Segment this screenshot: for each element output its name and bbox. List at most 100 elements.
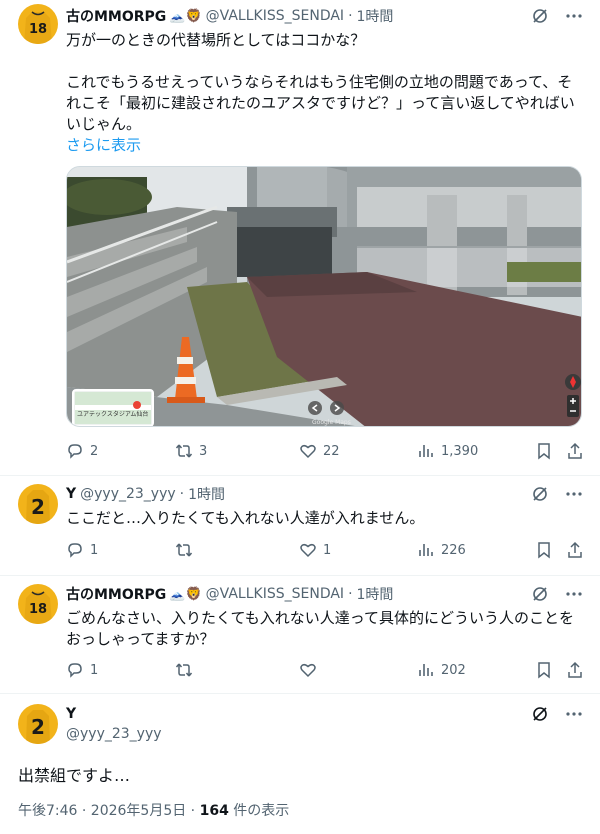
tweet-time[interactable]: 1時間	[357, 584, 394, 604]
share-button[interactable]	[566, 661, 584, 679]
share-icon	[568, 541, 582, 558]
share-button[interactable]	[566, 541, 584, 559]
tweet-top-icons	[530, 704, 584, 724]
share-icon	[568, 661, 582, 678]
tweet-1: 18 古のMMORPG 🗻🦁 @VALLKISS_SENDAI · 1時間 万が…	[0, 0, 600, 476]
views-button[interactable]: 1,390	[417, 442, 478, 460]
like-icon	[300, 543, 316, 558]
main-author-block: Y @yyy_23_yyy	[66, 704, 162, 744]
timestamp[interactable]: 午後7:46 · 2026年5月5日 ·	[18, 803, 200, 819]
like-button[interactable]	[299, 661, 323, 679]
repost-count: 3	[199, 443, 208, 459]
author-name[interactable]: Y	[66, 704, 162, 724]
tweet-header: 古のMMORPG 🗻🦁 @VALLKISS_SENDAI · 1時間	[66, 6, 394, 26]
bookmark-icon	[538, 662, 550, 679]
bookmark-button[interactable]	[535, 661, 553, 679]
more-icon[interactable]	[564, 584, 584, 604]
share-icon	[568, 442, 582, 459]
views-icon	[419, 445, 433, 457]
tweet-top-icons	[530, 6, 584, 26]
author-handle[interactable]: @yyy_23_yyy	[66, 724, 162, 744]
like-count: 1	[323, 542, 332, 558]
avatar[interactable]: 18	[18, 4, 58, 44]
repost-icon	[175, 543, 193, 557]
like-icon	[300, 444, 316, 459]
like-button[interactable]: 1	[299, 541, 331, 559]
views-label: 件の表示	[228, 803, 290, 819]
views-button[interactable]: 202	[417, 661, 466, 679]
grok-icon[interactable]	[530, 484, 550, 504]
more-icon[interactable]	[564, 484, 584, 504]
tweet-media-image[interactable]: ユアテックスタジアム仙台 Google Maps	[66, 166, 582, 427]
author-handle[interactable]: @yyy_23_yyy	[80, 486, 176, 502]
reply-icon	[68, 543, 82, 558]
grok-icon[interactable]	[530, 704, 550, 724]
tweet-actions: 1 202	[66, 660, 588, 680]
tweet-time[interactable]: 1時間	[357, 6, 394, 26]
grok-icon[interactable]	[530, 6, 550, 26]
repost-button[interactable]: 3	[175, 442, 207, 460]
view-count: 202	[441, 662, 466, 678]
tweet-top-icons	[530, 584, 584, 604]
view-count: 226	[441, 542, 466, 558]
tweet-text: 万が一のときの代替場所としてはココかな？ これでもうるせえっていうならそれはもう…	[66, 31, 575, 133]
reply-button[interactable]: 2	[66, 442, 98, 460]
bookmark-button[interactable]	[535, 442, 553, 460]
tweet-text: ごめんなさい、入りたくても入れない人達って具体的にどういう人のことを おっしゃっ…	[66, 609, 575, 648]
author-handle[interactable]: @VALLKISS_SENDAI	[206, 8, 344, 24]
like-count: 22	[323, 443, 340, 459]
views-count: 164	[199, 803, 229, 819]
more-icon[interactable]	[564, 6, 584, 26]
reply-count: 2	[90, 443, 99, 459]
repost-icon	[175, 444, 193, 458]
like-button[interactable]: 22	[299, 442, 340, 460]
avatar[interactable]: 18	[18, 584, 58, 624]
grok-icon[interactable]	[530, 584, 550, 604]
bookmark-icon	[538, 443, 550, 460]
reply-icon	[68, 663, 82, 678]
reply-button[interactable]: 1	[66, 541, 98, 559]
more-icon[interactable]	[564, 704, 584, 724]
reply-icon	[68, 444, 82, 459]
svg-text:2: 2	[31, 495, 45, 519]
author-name[interactable]: 古のMMORPG	[66, 6, 166, 26]
view-count: 1,390	[441, 443, 479, 459]
svg-text:2: 2	[31, 715, 45, 739]
tweet-header: 古のMMORPG 🗻🦁 @VALLKISS_SENDAI · 1時間	[66, 584, 394, 604]
svg-text:18: 18	[29, 602, 47, 617]
author-name[interactable]: 古のMMORPG	[66, 584, 166, 604]
tweet-actions: 2 3 22 1,390	[66, 441, 588, 461]
tweet-2: 2 Y @yyy_23_yyy · 1時間 ここだと…入りたくても入れない人達が…	[0, 476, 600, 576]
views-icon	[419, 664, 433, 676]
tweet-text: ここだと…入りたくても入れない人達が入れません。	[66, 509, 425, 527]
repost-icon	[175, 663, 193, 677]
show-more-link[interactable]: さらに表示	[66, 134, 141, 155]
repost-button[interactable]	[175, 541, 199, 559]
tweet-3: 18 古のMMORPG 🗻🦁 @VALLKISS_SENDAI · 1時間 ごめ…	[0, 576, 600, 694]
reply-count: 1	[90, 662, 99, 678]
tweet-header: Y @yyy_23_yyy · 1時間	[66, 484, 226, 504]
like-icon	[300, 663, 316, 678]
main-tweet: 2 Y @yyy_23_yyy 出禁組ですよ… 午後7:46 · 2026年5月…	[0, 694, 600, 834]
views-button[interactable]: 226	[417, 541, 466, 559]
reply-button[interactable]: 1	[66, 661, 98, 679]
reply-count: 1	[90, 542, 99, 558]
author-name[interactable]: Y	[66, 486, 76, 502]
tweet-time[interactable]: 1時間	[188, 484, 225, 504]
main-tweet-text: 出禁組ですよ…	[18, 766, 131, 785]
avatar[interactable]: 2	[18, 704, 58, 744]
badge-emoji: 🗻🦁	[169, 586, 202, 602]
repost-button[interactable]	[175, 661, 199, 679]
svg-text:18: 18	[29, 22, 47, 37]
tweet-meta: 午後7:46 · 2026年5月5日 · 164 件の表示	[18, 800, 289, 820]
avatar[interactable]: 2	[18, 484, 58, 524]
author-handle[interactable]: @VALLKISS_SENDAI	[206, 586, 344, 602]
map-watermark: Google Maps	[312, 419, 351, 426]
share-button[interactable]	[566, 442, 584, 460]
map-label: ユアテックスタジアム仙台	[77, 410, 148, 418]
tweet-top-icons	[530, 484, 584, 504]
bookmark-button[interactable]	[535, 541, 553, 559]
views-icon	[419, 544, 433, 556]
badge-emoji: 🗻🦁	[169, 8, 202, 24]
tweet-actions: 1 1 226	[66, 540, 588, 560]
